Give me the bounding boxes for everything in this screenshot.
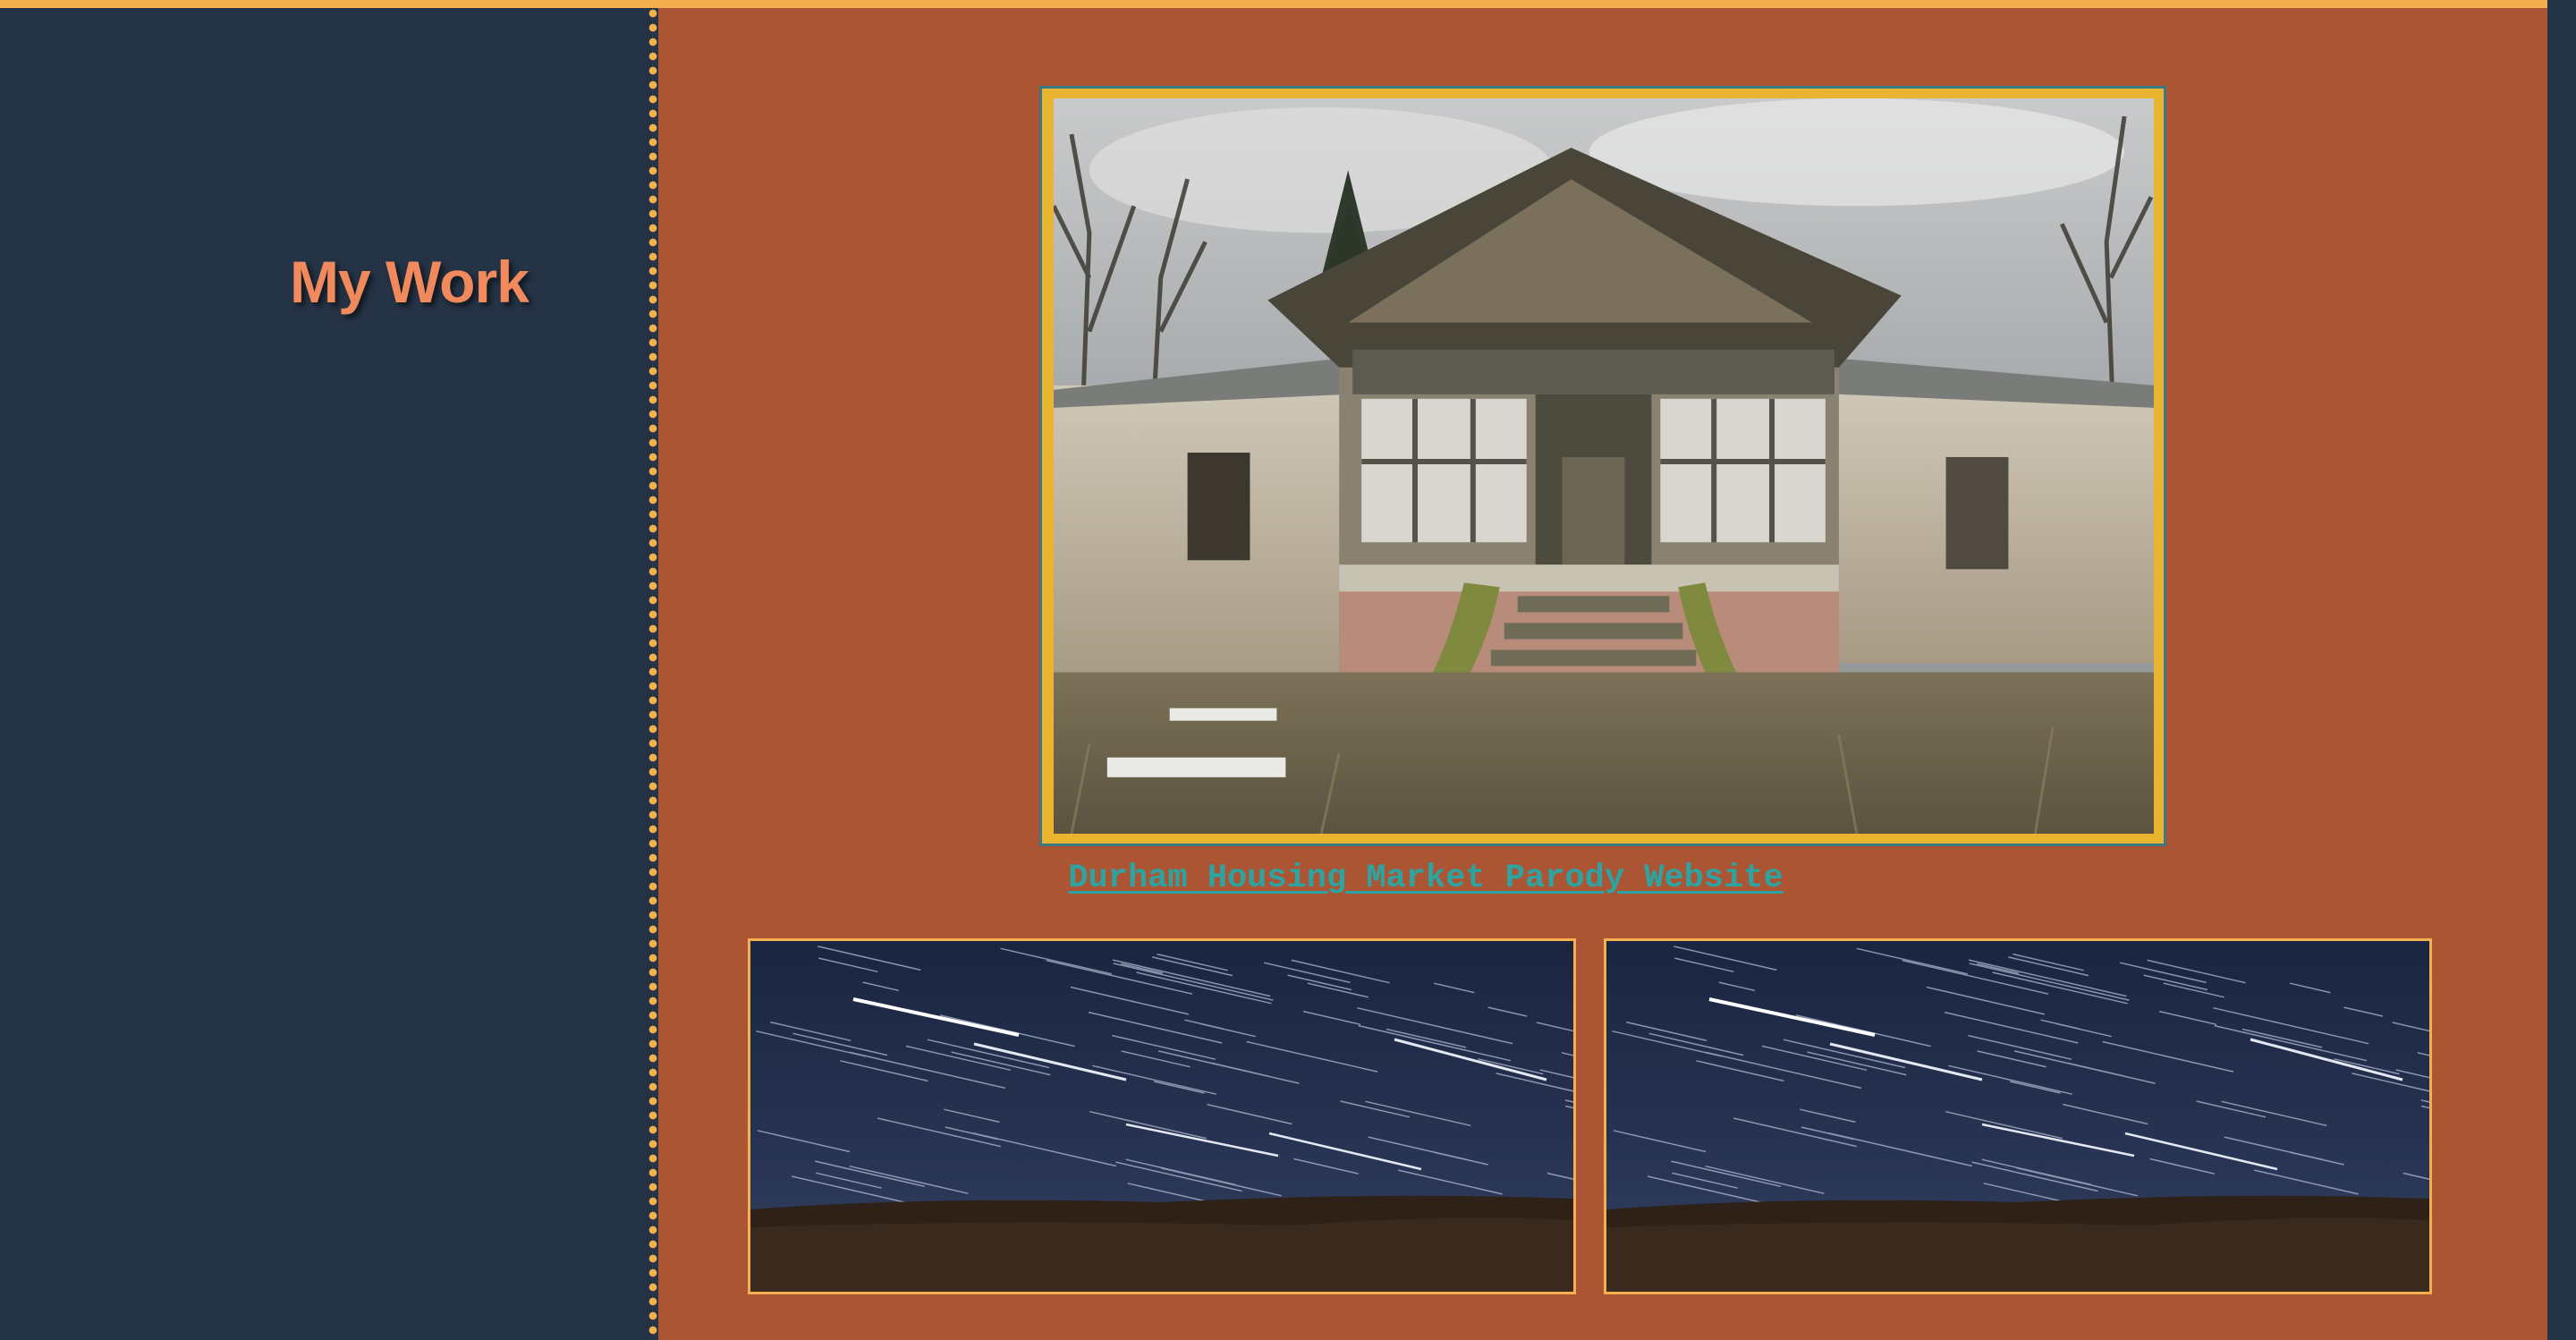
project-thumbnail-1[interactable] <box>748 938 1576 1294</box>
featured-image-frame[interactable] <box>1039 86 2166 846</box>
top-accent-stripe <box>0 0 2576 8</box>
sidebar-title: My Work <box>290 249 530 315</box>
right-edge-strip <box>2547 0 2576 1340</box>
project-link-durham-housing[interactable]: Durham Housing Market Parody Website <box>658 860 2193 897</box>
project-thumbnail-2[interactable] <box>1604 938 2432 1294</box>
main-content: Durham Housing Market Parody Website <box>658 8 2547 1340</box>
sidebar-dotted-border <box>648 8 658 1340</box>
featured-project-image[interactable] <box>1054 98 2154 834</box>
star-trails-image <box>1606 941 2429 1292</box>
abandoned-house-image <box>1054 98 2154 834</box>
sidebar: My Work <box>0 8 648 1340</box>
star-trails-image <box>750 941 1573 1292</box>
